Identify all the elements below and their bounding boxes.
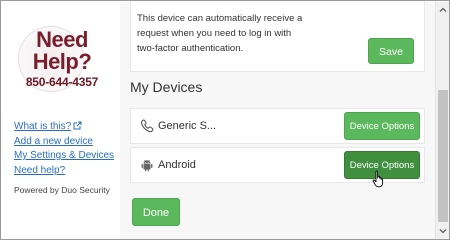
logo-text: Need Help? [22,29,102,73]
scroll-up-arrow-icon[interactable] [436,3,450,17]
external-link-icon [73,121,82,130]
scroll-down-arrow-icon[interactable] [436,224,450,238]
auto-push-description: This device can automatically receive a … [137,13,303,54]
hand-pointer-cursor-icon [372,170,384,188]
main-panel: This device can automatically receive a … [120,1,435,239]
sidebar-links: What is this? Add a new device My Settin… [14,120,118,178]
save-button[interactable]: Save [368,38,414,64]
vertical-scrollbar[interactable] [435,2,450,239]
sidebar: Need Help? 850-644-4357 What is this? Ad… [2,2,120,239]
what-is-this-label: What is this? [14,121,72,132]
add-new-device-link[interactable]: Add a new device [14,135,118,150]
need-help-logo: Need Help? 850-644-4357 [14,26,112,96]
phone-icon [141,119,154,133]
auto-push-card: This device can automatically receive a … [130,1,425,72]
what-is-this-link[interactable]: What is this? [14,120,118,135]
logo-line-2: Help? [32,49,92,74]
device-name: Generic S... [158,120,217,132]
powered-by-text: Powered by Duo Security [14,185,110,195]
device-name: Android [158,159,196,171]
my-settings-devices-link[interactable]: My Settings & Devices [14,149,118,164]
my-devices-title: My Devices [130,79,203,95]
done-button[interactable]: Done [132,198,180,226]
help-phone-number: 850-644-4357 [25,75,99,89]
need-help-link[interactable]: Need help? [14,164,118,179]
device-row-generic: Generic S... Device Options [130,108,425,144]
android-icon [141,159,153,172]
scrollbar-thumb[interactable] [438,90,448,222]
device-options-button[interactable]: Device Options [344,112,420,140]
logo-line-1: Need [36,27,88,52]
window-frame: Need Help? 850-644-4357 What is this? Ad… [0,0,450,240]
